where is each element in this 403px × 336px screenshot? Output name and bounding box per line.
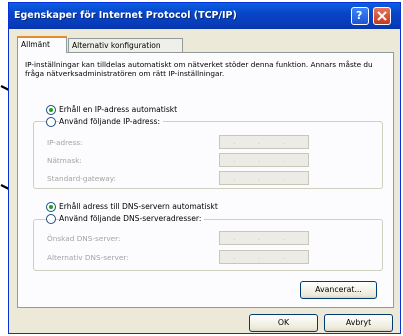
ip-manual-label[interactable]: Använd följande IP-adress: [59, 117, 164, 126]
tab-alternate-configuration[interactable]: Alternativ konfiguration [68, 38, 183, 53]
help-icon: ? [356, 9, 363, 22]
alternate-dns-label: Alternativ DNS-server: [47, 253, 129, 262]
general-tab-panel: IP-inställningar kan tilldelas automatis… [17, 52, 394, 308]
ip-manual-radio[interactable] [46, 117, 56, 127]
ip-auto-label[interactable]: Erhåll en IP-adress automatiskt [59, 105, 177, 114]
default-gateway-field[interactable]: . . . [219, 171, 309, 185]
help-button[interactable]: ? [351, 7, 369, 25]
default-gateway-label: Standard-gateway: [47, 174, 116, 183]
cancel-button[interactable]: Avbryt [324, 314, 393, 332]
preferred-dns-label: Önskad DNS-server: [47, 234, 121, 243]
window-title: Egenskaper för Internet Protocol (TCP/IP… [14, 10, 237, 21]
tab-general[interactable]: Allmänt [17, 36, 67, 53]
title-bar[interactable]: Egenskaper för Internet Protocol (TCP/IP… [9, 3, 400, 29]
tcpip-properties-dialog: Egenskaper för Internet Protocol (TCP/IP… [8, 2, 401, 334]
alternate-dns-field[interactable]: . . . [219, 250, 309, 264]
dns-auto-radio[interactable] [46, 202, 56, 212]
subnet-mask-field[interactable]: . . . [219, 153, 309, 167]
advanced-button[interactable]: Avancerat... [300, 281, 377, 299]
ip-address-label: IP-adress: [47, 138, 83, 147]
dns-manual-label[interactable]: Använd följande DNS-serveradresser: [59, 214, 205, 223]
preferred-dns-field[interactable]: . . . [219, 231, 309, 245]
ok-button[interactable]: OK [249, 314, 318, 332]
subnet-mask-label: Nätmask: [47, 156, 82, 165]
dns-manual-group [33, 219, 383, 271]
ip-address-field[interactable]: . . . [219, 135, 309, 149]
close-button[interactable] [373, 7, 391, 25]
intro-text: IP-inställningar kan tilldelas automatis… [25, 60, 373, 78]
ip-auto-radio[interactable] [46, 105, 56, 115]
close-icon [377, 11, 387, 21]
dns-manual-radio[interactable] [46, 214, 56, 224]
dns-auto-label[interactable]: Erhåll adress till DNS-servern automatis… [59, 202, 218, 211]
